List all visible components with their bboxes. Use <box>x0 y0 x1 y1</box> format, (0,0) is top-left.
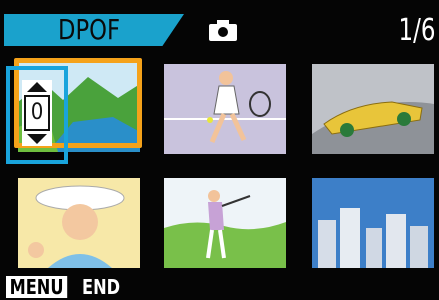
arrow-up-icon[interactable] <box>27 82 47 92</box>
print-quantity-value: 0 <box>24 95 50 131</box>
thumbnail-tennis[interactable] <box>164 64 286 154</box>
thumbnail-golfer[interactable] <box>164 178 286 268</box>
arrow-down-icon[interactable] <box>27 134 47 144</box>
mode-label: DPOF <box>58 13 121 46</box>
thumbnail-portrait[interactable] <box>18 178 140 268</box>
camera-icon <box>209 20 237 41</box>
print-quantity-stepper[interactable]: 0 <box>22 80 52 146</box>
menu-action-label: END <box>82 275 121 299</box>
menu-button[interactable]: MENU <box>6 276 68 298</box>
thumbnail-car[interactable] <box>312 64 434 154</box>
thumbnail-city[interactable] <box>312 178 434 268</box>
page-counter: 1/6 <box>398 13 435 48</box>
